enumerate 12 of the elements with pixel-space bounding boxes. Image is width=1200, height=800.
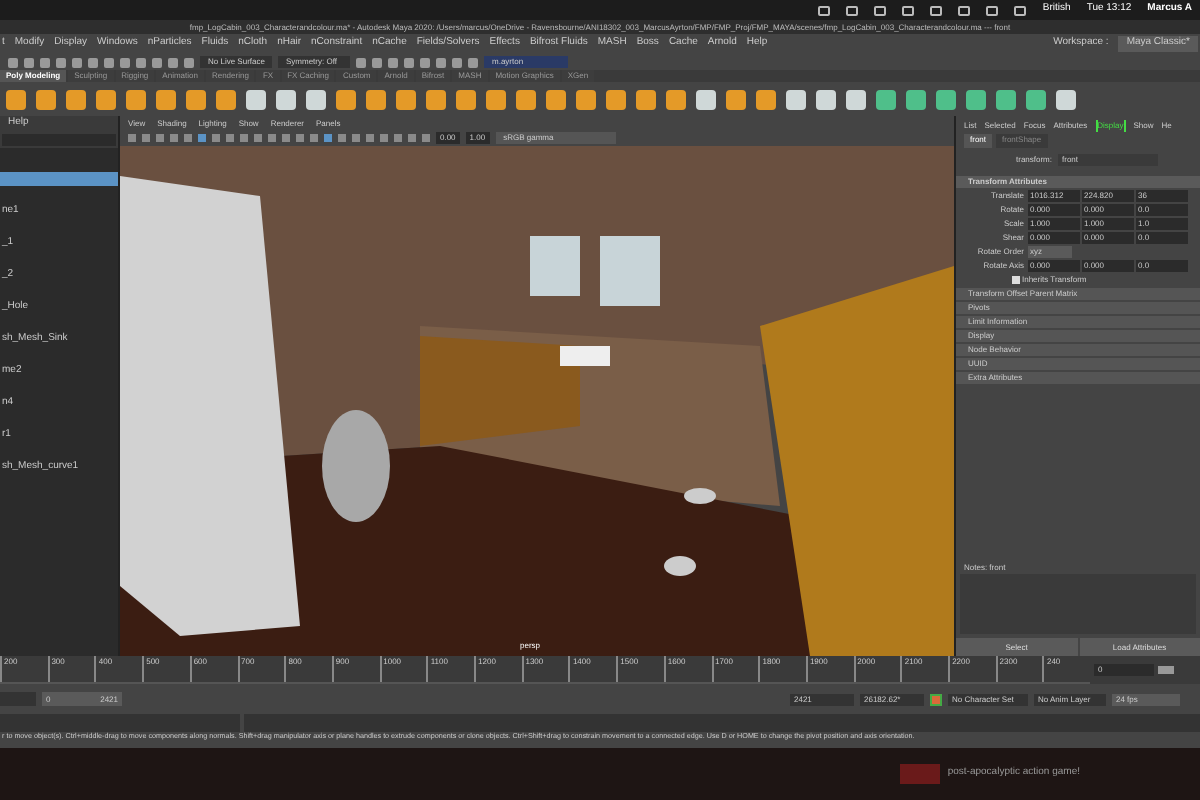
checkbox[interactable] <box>1012 276 1020 284</box>
status-icon[interactable] <box>874 5 887 15</box>
status-icon[interactable] <box>958 5 971 15</box>
status-icon[interactable] <box>846 5 859 15</box>
status-icon[interactable] <box>902 5 915 15</box>
outliner-search-field[interactable] <box>2 134 116 146</box>
status-icon[interactable] <box>930 5 943 15</box>
status-icon[interactable] <box>1014 5 1027 15</box>
thumbnail-placeholder <box>899 764 940 784</box>
status-icon[interactable] <box>818 5 831 15</box>
auto-key-icon[interactable] <box>930 693 942 705</box>
status-icon[interactable] <box>986 5 999 15</box>
